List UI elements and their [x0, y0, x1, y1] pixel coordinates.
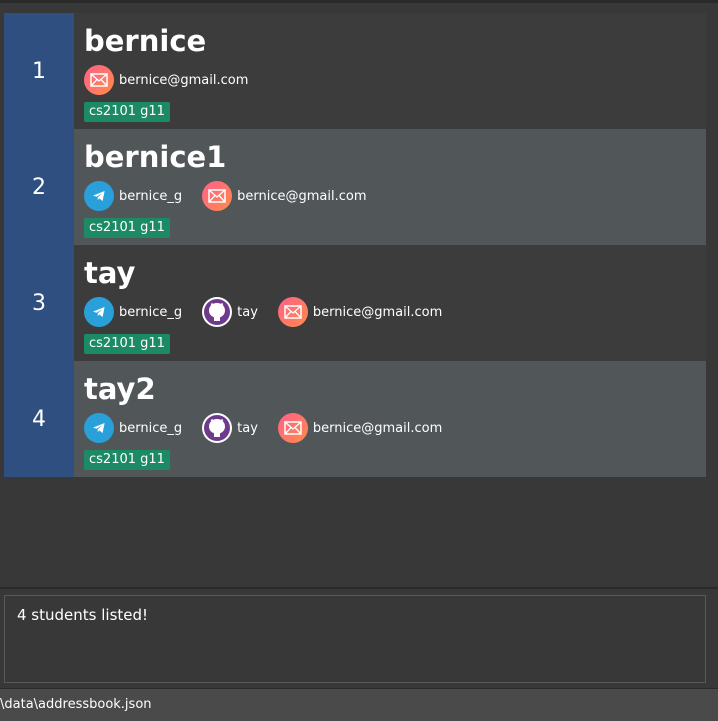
tag-badge: cs2101 g11: [84, 218, 170, 238]
contact-email: bernice@gmail.com: [277, 413, 443, 443]
github-icon: [202, 413, 233, 443]
result-display: 4 students listed!: [4, 595, 706, 683]
contact-email-value: bernice@gmail.com: [237, 188, 367, 204]
person-card[interactable]: 2 bernice1 bernice_g bernice@gmail.com cs210…: [4, 129, 706, 245]
contact-row: bernice_g bernice@gmail.com: [84, 181, 387, 211]
person-name: tay: [84, 256, 136, 290]
panel-divider: [0, 587, 718, 589]
contact-github-value: tay: [237, 420, 258, 436]
person-list[interactable]: 1 bernice bernice@gmail.com cs2101 g11 2 bern…: [4, 13, 706, 477]
contact-github: tay: [202, 297, 258, 327]
person-name: tay2: [84, 372, 156, 406]
telegram-icon: [84, 413, 114, 443]
contact-email-value: bernice@gmail.com: [119, 72, 249, 88]
telegram-icon: [84, 181, 114, 211]
contact-telegram: bernice_g: [84, 297, 182, 327]
contact-email: bernice@gmail.com: [84, 65, 248, 95]
person-card[interactable]: 1 bernice bernice@gmail.com cs2101 g11: [4, 13, 706, 129]
email-icon: [277, 297, 308, 327]
contact-email: bernice@gmail.com: [202, 181, 367, 211]
person-index: 1: [4, 13, 74, 129]
person-index: 4: [4, 361, 74, 477]
contact-telegram-value: bernice_g: [119, 304, 183, 320]
contact-row: bernice@gmail.com: [84, 65, 268, 95]
person-card[interactable]: 3 tay bernice_g tay bernice@gmail.com cs2101 …: [4, 245, 706, 361]
tag-badge: cs2101 g11: [84, 450, 170, 470]
github-icon: [202, 297, 233, 327]
result-message: 4 students listed!: [17, 606, 149, 624]
contact-telegram-value: bernice_g: [119, 188, 183, 204]
contact-github-value: tay: [237, 304, 258, 320]
person-details: bernice bernice@gmail.com cs2101 g11: [74, 13, 706, 129]
contact-github: tay: [202, 413, 258, 443]
contact-email: bernice@gmail.com: [277, 297, 443, 327]
person-card[interactable]: 4 tay2 bernice_g tay bernice@gmail.com cs2101…: [4, 361, 706, 477]
contact-telegram-value: bernice_g: [119, 420, 183, 436]
person-index: 2: [4, 129, 74, 245]
email-icon: [84, 65, 114, 95]
contact-row: bernice_g tay bernice@gmail.com: [84, 413, 462, 443]
person-details: tay bernice_g tay bernice@gmail.com cs2101 g…: [74, 245, 706, 361]
status-bar: \data\addressbook.json: [0, 688, 718, 721]
contact-email-value: bernice@gmail.com: [312, 304, 443, 320]
telegram-icon: [84, 297, 114, 327]
save-location: \data\addressbook.json: [0, 697, 152, 712]
tag-badge: cs2101 g11: [84, 334, 170, 354]
person-name: bernice1: [84, 140, 227, 174]
email-icon: [277, 413, 308, 443]
person-details: bernice1 bernice_g bernice@gmail.com cs2101…: [74, 129, 706, 245]
email-icon: [202, 181, 233, 211]
person-details: tay2 bernice_g tay bernice@gmail.com cs2101 …: [74, 361, 706, 477]
contact-email-value: bernice@gmail.com: [312, 420, 443, 436]
person-index: 3: [4, 245, 74, 361]
tag-badge: cs2101 g11: [84, 102, 170, 122]
contact-row: bernice_g tay bernice@gmail.com: [84, 297, 462, 327]
person-name: bernice: [84, 24, 207, 58]
contact-telegram: bernice_g: [84, 413, 182, 443]
window-top-border: [0, 0, 718, 3]
contact-telegram: bernice_g: [84, 181, 182, 211]
